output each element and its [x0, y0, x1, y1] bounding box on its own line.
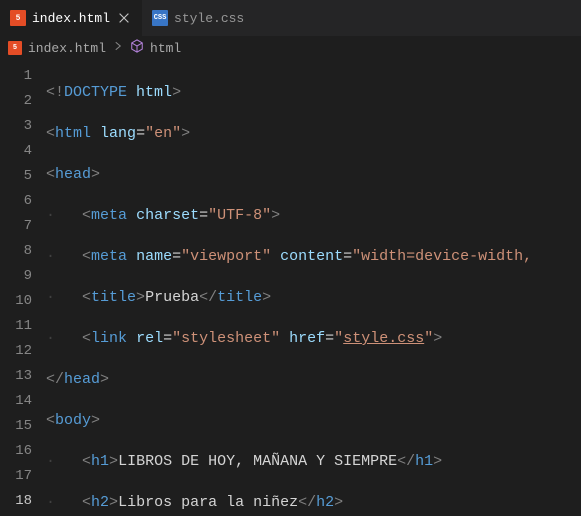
line-number: 1 [0, 64, 32, 89]
code-editor[interactable]: 1 2 3 4 5 6 7 8 9 10 11 12 13 14 15 16 1… [0, 60, 581, 516]
line-number: 16 [0, 439, 32, 464]
tab-index-html[interactable]: 5 index.html [0, 0, 142, 36]
line-number: 3 [0, 114, 32, 139]
breadcrumb-file: index.html [28, 41, 106, 56]
code-line: · <h2>Libros para la niñez</h2> [46, 490, 581, 515]
code-line: </head> [46, 367, 581, 392]
code-line: · <title>Prueba</title> [46, 285, 581, 310]
html5-icon: 5 [10, 10, 26, 26]
line-number: 17 [0, 464, 32, 489]
tab-label: index.html [32, 11, 110, 26]
line-number: 14 [0, 389, 32, 414]
line-number: 18 [0, 489, 32, 514]
line-number: 6 [0, 189, 32, 214]
tab-label: style.css [174, 11, 244, 26]
symbol-icon [130, 39, 144, 57]
code-line: · <meta charset="UTF-8"> [46, 203, 581, 228]
code-line: · <meta name="viewport" content="width=d… [46, 244, 581, 269]
code-content[interactable]: <!DOCTYPE html> <html lang="en"> <head> … [46, 60, 581, 516]
chevron-right-icon [112, 40, 124, 56]
line-number: 2 [0, 89, 32, 114]
line-gutter: 1 2 3 4 5 6 7 8 9 10 11 12 13 14 15 16 1… [0, 60, 46, 516]
line-number: 4 [0, 139, 32, 164]
code-line: · <h1>LIBROS DE HOY, MAÑANA Y SIEMPRE</h… [46, 449, 581, 474]
code-line: <!DOCTYPE html> [46, 80, 581, 105]
breadcrumb-symbol: html [150, 41, 181, 56]
line-number: 11 [0, 314, 32, 339]
code-line: · <link rel="stylesheet" href="style.css… [46, 326, 581, 351]
tab-bar: 5 index.html CSS style.css [0, 0, 581, 36]
line-number: 5 [0, 164, 32, 189]
close-icon[interactable] [116, 10, 132, 26]
code-line: <html lang="en"> [46, 121, 581, 146]
html5-icon: 5 [8, 41, 22, 55]
code-line: <body> [46, 408, 581, 433]
line-number: 10 [0, 289, 32, 314]
line-number: 9 [0, 264, 32, 289]
code-line: <head> [46, 162, 581, 187]
tab-style-css[interactable]: CSS style.css [142, 0, 254, 36]
line-number: 13 [0, 364, 32, 389]
breadcrumb[interactable]: 5 index.html html [0, 36, 581, 60]
line-number: 15 [0, 414, 32, 439]
line-number: 7 [0, 214, 32, 239]
css-icon: CSS [152, 10, 168, 26]
line-number: 12 [0, 339, 32, 364]
line-number: 8 [0, 239, 32, 264]
